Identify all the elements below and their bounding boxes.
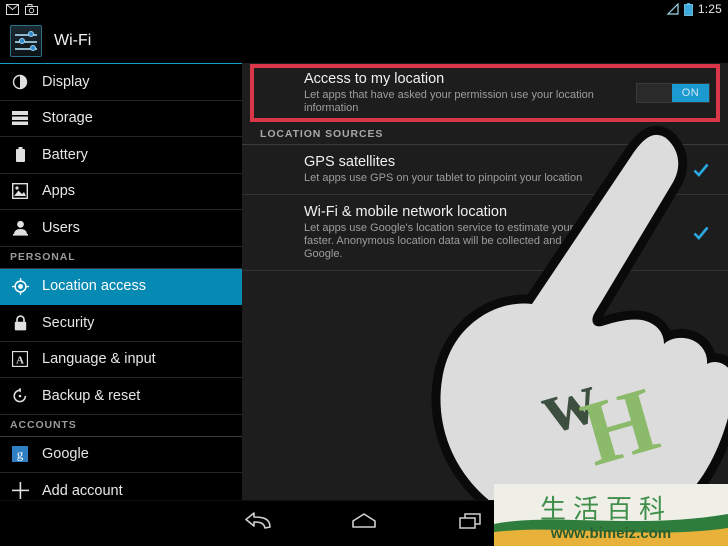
sidebar-item-display[interactable]: Display bbox=[0, 64, 242, 101]
sidebar-section-personal: PERSONAL bbox=[0, 246, 242, 269]
android-settings-screen: 1:25 Wi-Fi Display Storage Battery Apps … bbox=[0, 0, 728, 546]
plus-icon bbox=[10, 481, 30, 501]
gps-satellites-texts: GPS satellites Let apps use GPS on your … bbox=[304, 154, 692, 185]
wifi-mobile-network-texts: Wi-Fi & mobile network location Let apps… bbox=[304, 204, 692, 261]
sidebar-item-label: Backup & reset bbox=[42, 387, 141, 404]
apps-image-icon bbox=[10, 181, 30, 201]
navigation-bar[interactable] bbox=[0, 500, 728, 546]
gps-satellites-row[interactable]: GPS satellites Let apps use GPS on your … bbox=[242, 145, 728, 195]
back-icon[interactable] bbox=[244, 511, 272, 536]
brightness-icon bbox=[10, 72, 30, 92]
location-target-icon bbox=[10, 276, 30, 296]
svg-text:A: A bbox=[16, 355, 24, 367]
svg-text:g: g bbox=[17, 447, 24, 462]
restore-icon bbox=[10, 386, 30, 406]
status-bar-system-icons[interactable]: 1:25 bbox=[666, 2, 722, 16]
location-sources-header: LOCATION SOURCES bbox=[242, 123, 728, 145]
sidebar-item-label: Google bbox=[42, 446, 89, 463]
sidebar-item-label: Security bbox=[42, 314, 95, 331]
camera-icon bbox=[25, 3, 38, 15]
sidebar-item-label: Storage bbox=[42, 110, 93, 127]
gps-satellites-title: GPS satellites bbox=[304, 154, 396, 170]
settings-sidebar[interactable]: Display Storage Battery Apps Users PERSO… bbox=[0, 63, 242, 510]
access-location-subtitle: Let apps that have asked your permission… bbox=[304, 89, 594, 114]
sidebar-item-google[interactable]: g Google bbox=[0, 436, 242, 473]
status-bar: 1:25 bbox=[0, 0, 728, 18]
access-location-title: Access to my location bbox=[304, 71, 445, 87]
sidebar-item-language-input[interactable]: A Language & input bbox=[0, 341, 242, 378]
status-bar-clock: 1:25 bbox=[697, 2, 722, 16]
signal-triangle-icon bbox=[666, 3, 679, 15]
sidebar-section-accounts: ACCOUNTS bbox=[0, 414, 242, 437]
location-master-toggle[interactable]: ON bbox=[636, 83, 710, 103]
sidebar-item-location-access[interactable]: Location access bbox=[0, 268, 242, 305]
recents-icon[interactable] bbox=[456, 511, 484, 536]
sidebar-item-label: Location access bbox=[42, 278, 146, 295]
sidebar-item-label: Display bbox=[42, 73, 90, 90]
access-to-my-location-row[interactable]: Access to my location Let apps that have… bbox=[242, 63, 728, 123]
letter-a-icon: A bbox=[10, 349, 30, 369]
sidebar-item-label: Language & input bbox=[42, 351, 156, 368]
status-bar-notifications[interactable] bbox=[6, 3, 38, 15]
sidebar-item-storage[interactable]: Storage bbox=[0, 100, 242, 137]
sidebar-item-battery[interactable]: Battery bbox=[0, 137, 242, 174]
toggle-thumb-label: ON bbox=[672, 84, 709, 102]
mail-icon bbox=[6, 3, 19, 15]
user-icon bbox=[10, 218, 30, 238]
sidebar-item-label: Apps bbox=[42, 183, 76, 200]
home-icon[interactable] bbox=[350, 511, 378, 536]
sidebar-item-label: Add account bbox=[42, 482, 123, 499]
wifi-mobile-network-checkbox[interactable] bbox=[692, 224, 710, 242]
page-title: Wi-Fi bbox=[54, 31, 92, 49]
wifi-mobile-network-title: Wi-Fi & mobile network location bbox=[304, 204, 508, 220]
sidebar-item-security[interactable]: Security bbox=[0, 305, 242, 342]
master-switch-wrapper: Access to my location Let apps that have… bbox=[242, 63, 728, 123]
gps-satellites-checkbox[interactable] bbox=[692, 161, 710, 179]
sidebar-item-label: Users bbox=[42, 219, 80, 236]
gps-satellites-subtitle: Let apps use GPS on your tablet to pinpo… bbox=[304, 172, 583, 184]
wifi-mobile-network-location-row[interactable]: Wi-Fi & mobile network location Let apps… bbox=[242, 195, 728, 271]
sidebar-item-users[interactable]: Users bbox=[0, 210, 242, 247]
access-location-texts: Access to my location Let apps that have… bbox=[304, 71, 636, 115]
sidebar-item-backup-reset[interactable]: Backup & reset bbox=[0, 378, 242, 415]
wifi-settings-sliders-icon bbox=[10, 24, 42, 57]
app-header: Wi-Fi bbox=[0, 18, 728, 63]
wifi-mobile-network-subtitle: Let apps use Google's location service t… bbox=[304, 222, 615, 260]
battery-icon bbox=[683, 2, 693, 16]
storage-icon bbox=[10, 108, 30, 128]
location-settings-panel: Access to my location Let apps that have… bbox=[242, 63, 728, 500]
battery-icon bbox=[10, 145, 30, 165]
lock-icon bbox=[10, 313, 30, 333]
sidebar-item-label: Battery bbox=[42, 146, 88, 163]
google-g-icon: g bbox=[10, 444, 30, 464]
sidebar-item-apps[interactable]: Apps bbox=[0, 173, 242, 210]
